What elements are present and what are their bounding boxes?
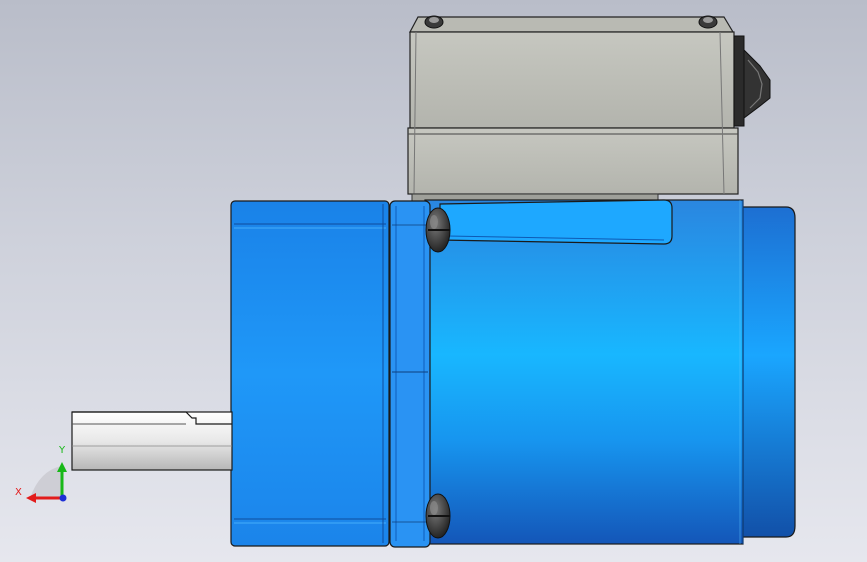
motor-body[interactable] xyxy=(424,199,744,545)
motor-end-cap[interactable] xyxy=(739,206,796,538)
gearbox-housing[interactable] xyxy=(230,200,390,547)
motor-model[interactable] xyxy=(0,0,867,562)
cable-gland[interactable] xyxy=(733,35,771,127)
axis-triad xyxy=(26,462,67,503)
mounting-screw-bottom[interactable] xyxy=(425,493,451,539)
triad-x-label: X xyxy=(15,487,22,498)
terminal-box[interactable] xyxy=(407,15,739,202)
graphics-viewport[interactable]: Y X xyxy=(0,0,867,562)
output-shaft[interactable] xyxy=(71,411,233,471)
motor-rail xyxy=(439,199,673,245)
flange-plate[interactable] xyxy=(389,200,431,548)
mounting-screw-top[interactable] xyxy=(425,207,451,253)
z-axis-dot xyxy=(59,494,67,502)
triad-y-label: Y xyxy=(59,445,66,456)
